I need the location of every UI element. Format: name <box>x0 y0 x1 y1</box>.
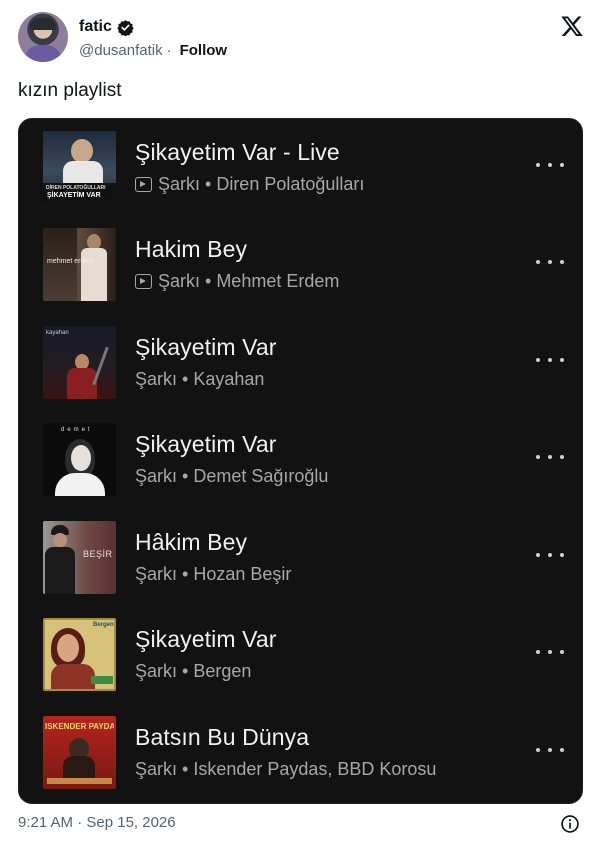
more-options-icon[interactable] <box>536 642 564 662</box>
timestamp[interactable]: 9:21 AM · Sep 15, 2026 <box>18 814 176 831</box>
playlist-row[interactable]: demet Şikayetim Var Şarkı • Demet Sağıro… <box>19 411 582 508</box>
x-logo-icon[interactable] <box>560 14 584 38</box>
display-name[interactable]: fatic <box>79 18 112 36</box>
cover-artist-text: DİREN POLATOĞULLARI <box>46 185 106 191</box>
track-title[interactable]: Şikayetim Var - Live <box>135 139 340 166</box>
album-cover: Bergen <box>43 618 116 691</box>
video-icon <box>135 177 152 192</box>
track-title[interactable]: Şikayetim Var <box>135 431 276 458</box>
track-meta: Şarkı • Iskender Paydas, BBD Korosu <box>135 759 437 779</box>
track-meta: Şarkı • Mehmet Erdem <box>158 271 340 291</box>
playlist-card[interactable]: DİREN POLATOĞULLARI ŞİKAYETİM VAR Şikaye… <box>18 118 583 804</box>
playlist-row[interactable]: Bergen Şikayetim Var Şarkı • Bergen <box>19 606 582 703</box>
track-subtitle: Şarkı • Hozan Beşir <box>135 564 291 585</box>
album-cover: DİREN POLATOĞULLARI ŞİKAYETİM VAR <box>43 131 116 204</box>
album-cover: kayahan <box>43 326 116 399</box>
verified-badge-icon <box>117 19 134 36</box>
cover-title-text: demet <box>61 427 93 433</box>
playlist-row[interactable]: BEŞİR Hâkim Bey Şarkı • Hozan Beşir <box>19 509 582 606</box>
playlist-row[interactable]: kayahan Şikayetim Var Şarkı • Kayahan <box>19 314 582 411</box>
tweet-text: kızın playlist <box>18 80 122 101</box>
track-subtitle: Şarkı • Bergen <box>135 661 251 682</box>
cover-title-text: mehmet erdem <box>47 258 95 265</box>
track-meta: Şarkı • Diren Polatoğulları <box>158 174 365 194</box>
track-meta: Şarkı • Bergen <box>135 661 252 681</box>
video-icon <box>135 274 152 289</box>
user-handle[interactable]: @dusanfatik <box>79 42 163 59</box>
track-meta: Şarkı • Hozan Beşir <box>135 564 292 584</box>
album-cover: mehmet erdem <box>43 228 116 301</box>
track-subtitle: Şarkı • Iskender Paydas, BBD Korosu <box>135 759 436 780</box>
track-title[interactable]: Hakim Bey <box>135 236 247 263</box>
cover-title-text: kayahan <box>46 330 69 336</box>
track-subtitle: Şarkı • Mehmet Erdem <box>135 271 339 292</box>
tweet-footer: 9:21 AM · Sep 15, 2026 <box>18 814 582 836</box>
track-subtitle: Şarkı • Demet Sağıroğlu <box>135 466 328 487</box>
cover-title-text: BEŞİR <box>83 549 113 559</box>
track-meta: Şarkı • Kayahan <box>135 369 265 389</box>
track-title[interactable]: Hâkim Bey <box>135 529 247 556</box>
track-title[interactable]: Şikayetim Var <box>135 334 276 361</box>
follow-button[interactable]: Follow <box>180 42 228 59</box>
album-cover: ISKENDER PAYDAŞ <box>43 716 116 789</box>
album-cover: BEŞİR <box>43 521 116 594</box>
cover-title-text: ŞİKAYETİM VAR <box>47 192 101 199</box>
track-subtitle: Şarkı • Diren Polatoğulları <box>135 174 364 195</box>
more-options-icon[interactable] <box>536 155 564 175</box>
playlist-row[interactable]: ISKENDER PAYDAŞ Batsın Bu Dünya Şarkı • … <box>19 704 582 801</box>
tweet-header: fatic @dusanfatik · Follow <box>18 12 586 66</box>
more-options-icon[interactable] <box>536 545 564 565</box>
track-subtitle: Şarkı • Kayahan <box>135 369 264 390</box>
track-title[interactable]: Batsın Bu Dünya <box>135 724 309 751</box>
more-options-icon[interactable] <box>536 350 564 370</box>
more-options-icon[interactable] <box>536 740 564 760</box>
playlist-row[interactable]: mehmet erdem Hakim Bey Şarkı • Mehmet Er… <box>19 216 582 313</box>
more-options-icon[interactable] <box>536 252 564 272</box>
info-icon[interactable] <box>560 814 580 834</box>
cover-title-text: ISKENDER PAYDAŞ <box>45 722 114 731</box>
user-block: fatic @dusanfatik · Follow <box>79 16 227 60</box>
separator: · <box>166 41 172 59</box>
track-title[interactable]: Şikayetim Var <box>135 626 276 653</box>
track-meta: Şarkı • Demet Sağıroğlu <box>135 466 329 486</box>
album-cover: demet <box>43 423 116 496</box>
playlist-row[interactable]: DİREN POLATOĞULLARI ŞİKAYETİM VAR Şikaye… <box>19 119 582 216</box>
avatar[interactable] <box>18 12 68 62</box>
cover-title-text: Bergen <box>93 622 114 628</box>
more-options-icon[interactable] <box>536 447 564 467</box>
